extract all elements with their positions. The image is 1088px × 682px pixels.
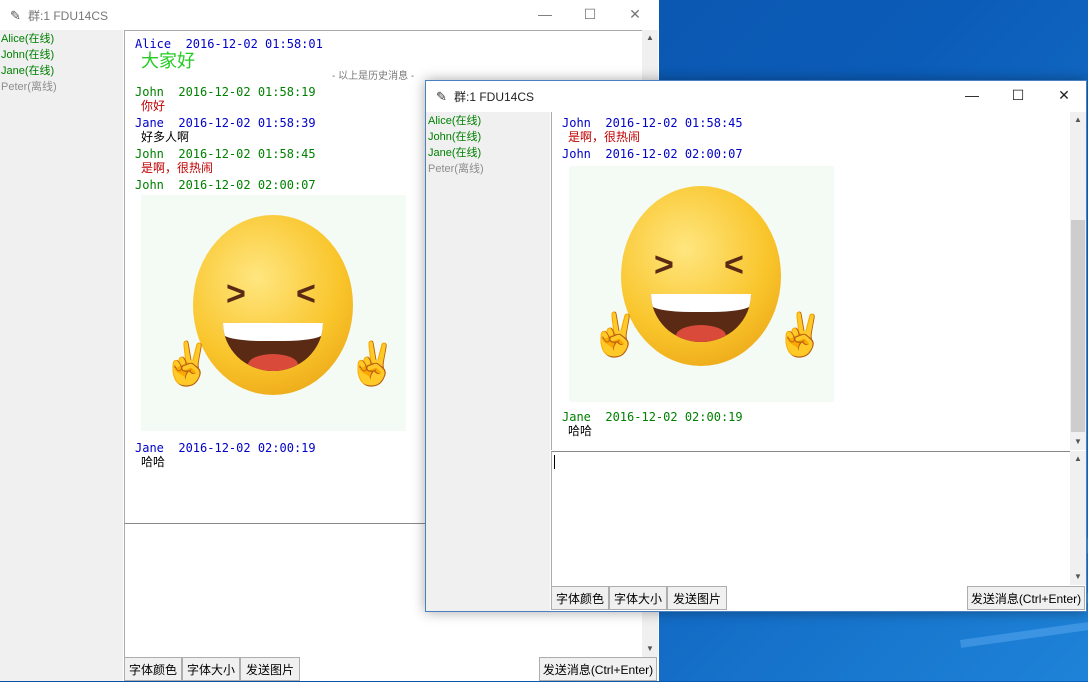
window-title: 群:1 FDU14CS [28, 9, 109, 23]
user-item-jane[interactable]: Jane(在线) [0, 63, 123, 79]
message-header: Jane 2016-12-02 02:00:19 [562, 410, 743, 424]
message-text: 是啊，很热闹 [568, 130, 641, 144]
user-item-alice[interactable]: Alice(在线) [427, 113, 550, 129]
user-item-john[interactable]: John(在线) [0, 47, 123, 63]
scroll-down-icon[interactable]: ▼ [642, 641, 658, 657]
maximize-icon[interactable]: ☐ [995, 81, 1041, 111]
send-image-button[interactable]: 发送图片 [667, 586, 727, 610]
close-icon[interactable]: ✕ [612, 0, 658, 30]
user-item-alice[interactable]: Alice(在线) [0, 31, 123, 47]
laughing-emoji-image: > < ✌ ✌ [141, 195, 406, 431]
minimize-icon[interactable]: — [522, 0, 568, 30]
feather-icon: ✎ [436, 89, 447, 104]
scroll-thumb[interactable] [1071, 220, 1085, 432]
message-header: John 2016-12-02 02:00:07 [562, 147, 743, 161]
user-item-john[interactable]: John(在线) [427, 129, 550, 145]
input-scrollbar[interactable]: ▲ ▼ [1070, 451, 1086, 585]
close-icon[interactable]: ✕ [1041, 81, 1087, 111]
send-message-button[interactable]: 发送消息(Ctrl+Enter) [539, 657, 657, 681]
feather-icon: ✎ [10, 8, 21, 23]
font-size-button[interactable]: 字体大小 [609, 586, 667, 610]
title-bar[interactable]: ✎ 群:1 FDU14CS — ☐ ✕ [426, 81, 1086, 111]
font-size-button[interactable]: 字体大小 [182, 657, 240, 681]
minimize-icon[interactable]: — [949, 81, 995, 111]
font-color-button[interactable]: 字体颜色 [551, 586, 609, 610]
message-text: 哈哈 [568, 424, 593, 438]
chat-window-foreground: ✎ 群:1 FDU14CS — ☐ ✕ Alice(在线) John(在线) J… [425, 80, 1087, 612]
scroll-up-icon[interactable]: ▲ [1070, 112, 1086, 128]
history-divider: - 以上是历史消息 - [332, 71, 415, 82]
message-input[interactable] [551, 451, 1071, 586]
window-title: 群:1 FDU14CS [454, 90, 535, 104]
send-image-button[interactable]: 发送图片 [240, 657, 300, 681]
message-header: John 2016-12-02 01:58:45 [562, 116, 743, 130]
laughing-emoji-image: > < ✌ ✌ [569, 166, 834, 402]
send-message-button[interactable]: 发送消息(Ctrl+Enter) [967, 586, 1085, 610]
message-history[interactable]: John 2016-12-02 01:58:45 是啊，很热闹 John 201… [551, 112, 1071, 450]
message-scrollbar[interactable]: ▲ ▼ [1070, 112, 1086, 450]
user-list[interactable]: Alice(在线) John(在线) Jane(在线) Peter(离线) [426, 112, 550, 611]
font-color-button[interactable]: 字体颜色 [124, 657, 182, 681]
text-cursor [554, 455, 555, 469]
user-item-peter[interactable]: Peter(离线) [0, 79, 123, 95]
user-item-jane[interactable]: Jane(在线) [427, 145, 550, 161]
scroll-down-icon[interactable]: ▼ [1070, 569, 1086, 585]
title-bar[interactable]: ✎ 群:1 FDU14CS — ☐ ✕ [0, 0, 659, 30]
user-item-peter[interactable]: Peter(离线) [427, 161, 550, 177]
scroll-up-icon[interactable]: ▲ [1070, 451, 1086, 467]
message-header: Alice 2016-12-02 01:58:01 [135, 37, 323, 51]
maximize-icon[interactable]: ☐ [567, 0, 613, 30]
scroll-down-icon[interactable]: ▼ [1070, 434, 1086, 450]
user-list[interactable]: Alice(在线) John(在线) Jane(在线) Peter(离线) [0, 30, 123, 681]
scroll-up-icon[interactable]: ▲ [642, 30, 658, 46]
